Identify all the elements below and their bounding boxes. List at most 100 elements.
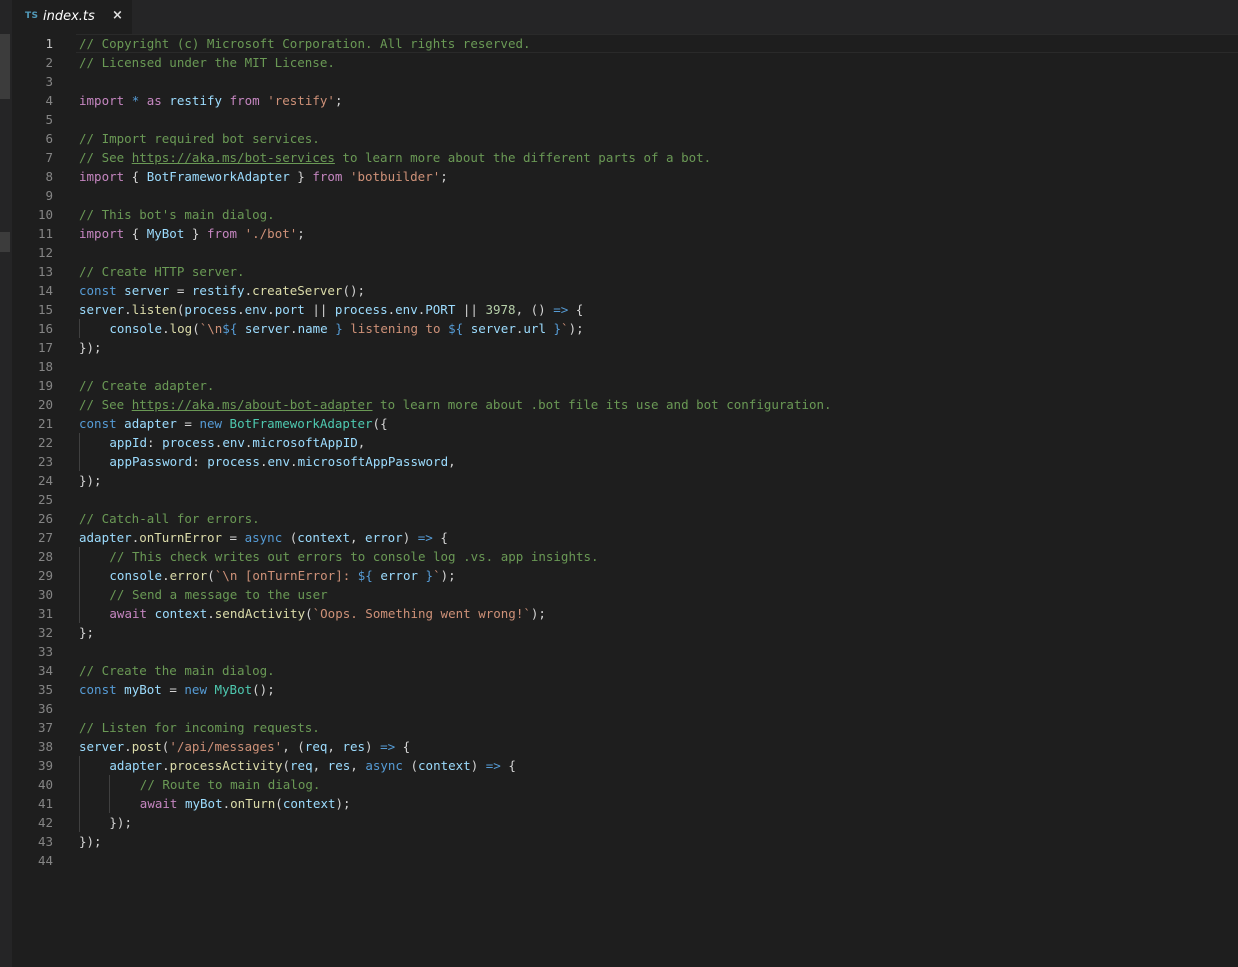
code-line[interactable]: 17}); — [12, 338, 1238, 357]
line-number: 39 — [37, 758, 53, 773]
code-line[interactable]: 14 const server = restify.createServer(); — [12, 281, 1238, 300]
close-icon[interactable]: × — [112, 8, 123, 23]
code-line[interactable]: 11 import { MyBot } from './bot'; — [12, 224, 1238, 243]
code-token: microsoftAppID — [252, 435, 358, 450]
code-line[interactable]: 24}); — [12, 471, 1238, 490]
code-line[interactable]: 16 console.log(`\n${ server.name } listen… — [12, 319, 1238, 338]
code-line[interactable]: 37 // Listen for incoming requests. — [12, 718, 1238, 737]
code-line[interactable]: 28 // This check writes out errors to con… — [12, 547, 1238, 566]
tab-index-ts[interactable]: TS index.ts × — [12, 0, 132, 34]
code-line[interactable]: 3 — [12, 72, 1238, 91]
code-link[interactable]: https://aka.ms/bot-services — [132, 150, 335, 165]
line-number: 27 — [37, 530, 53, 545]
line-number: 37 — [37, 720, 53, 735]
code-line[interactable]: 36 — [12, 699, 1238, 718]
code-text: }); — [79, 338, 102, 357]
code-text: import * as restify from 'restify'; — [79, 91, 342, 110]
code-line[interactable]: 25 — [12, 490, 1238, 509]
code-line[interactable]: 5 — [12, 110, 1238, 129]
code-line[interactable]: 1 // Copyright (c) Microsoft Corporation.… — [12, 34, 1238, 53]
code-link[interactable]: https://aka.ms/about-bot-adapter — [132, 397, 373, 412]
code-token: , — [350, 758, 366, 773]
code-line[interactable]: 30 // Send a message to the user — [12, 585, 1238, 604]
code-token: ) — [365, 739, 381, 754]
code-line[interactable]: 18 — [12, 357, 1238, 376]
code-line[interactable]: 31 await context.sendActivity(`Oops. Some… — [12, 604, 1238, 623]
code-token: ); — [335, 796, 351, 811]
code-line[interactable]: 39 adapter.processActivity(req, res, asyn… — [12, 756, 1238, 775]
code-token: . — [162, 568, 170, 583]
code-line[interactable]: 35 const myBot = new MyBot(); — [12, 680, 1238, 699]
code-token: . — [162, 758, 170, 773]
code-line[interactable]: 12 — [12, 243, 1238, 262]
code-line[interactable]: 2 // Licensed under the MIT License. — [12, 53, 1238, 72]
code-token: const — [79, 283, 117, 298]
code-line[interactable]: 21 const adapter = new BotFrameworkAdapte… — [12, 414, 1238, 433]
code-token: from — [312, 169, 343, 184]
code-token: , ( — [282, 739, 305, 754]
code-line[interactable]: 43}); — [12, 832, 1238, 851]
code-token: ); — [568, 321, 584, 336]
code-line[interactable]: 26 // Catch-all for errors. — [12, 509, 1238, 528]
code-text: // Catch-all for errors. — [79, 509, 260, 528]
code-line[interactable]: 19 // Create adapter. — [12, 376, 1238, 395]
line-number: 5 — [45, 112, 53, 127]
code-line[interactable]: 38 server.post('/api/messages', (req, res… — [12, 737, 1238, 756]
code-token: listening to — [342, 321, 449, 336]
code-token: ; — [440, 169, 448, 184]
code-line[interactable]: 34 // Create the main dialog. — [12, 661, 1238, 680]
code-token: server — [79, 739, 125, 754]
scroll-marker — [0, 34, 10, 99]
code-token: await — [139, 796, 178, 811]
code-line[interactable]: 40 // Route to main dialog. — [12, 775, 1238, 794]
code-token: './bot' — [244, 226, 298, 241]
code-text: console.log(`\n${ server.name } listenin… — [109, 319, 583, 338]
code-line[interactable]: 9 — [12, 186, 1238, 205]
code-line[interactable]: 15 server.listen(process.env.port || proc… — [12, 300, 1238, 319]
line-number: 32 — [37, 625, 53, 640]
code-token: . — [387, 302, 396, 317]
code-line[interactable]: 27 adapter.onTurnError = async (context, … — [12, 528, 1238, 547]
code-text: const server = restify.createServer(); — [79, 281, 365, 300]
code-line[interactable]: 13 // Create HTTP server. — [12, 262, 1238, 281]
code-token: context — [297, 530, 350, 545]
code-text: // Create adapter. — [79, 376, 214, 395]
code-editor[interactable]: 1 // Copyright (c) Microsoft Corporation.… — [12, 34, 1238, 967]
code-token: context — [418, 758, 471, 773]
code-line[interactable]: 8 import { BotFrameworkAdapter } from 'bo… — [12, 167, 1238, 186]
code-line[interactable]: 29 console.error(`\n [onTurnError]: ${ er… — [12, 566, 1238, 585]
code-token: // Create adapter. — [79, 378, 215, 393]
code-token: error — [169, 568, 208, 583]
code-token: restify — [169, 93, 223, 108]
code-line[interactable]: 7 // See https://aka.ms/bot-services to l… — [12, 148, 1238, 167]
tab-filename: index.ts — [43, 9, 95, 24]
code-text: // This bot's main dialog. — [79, 205, 275, 224]
code-line[interactable]: 6 // Import required bot services. — [12, 129, 1238, 148]
code-line[interactable]: 41 await myBot.onTurn(context); — [12, 794, 1238, 813]
typescript-file-icon: TS — [25, 11, 39, 21]
code-line[interactable]: 4 import * as restify from 'restify'; — [12, 91, 1238, 110]
code-line[interactable]: 22 appId: process.env.microsoftAppID, — [12, 433, 1238, 452]
code-line[interactable]: 42}); — [12, 813, 1238, 832]
tab-bar: TS index.ts × — [0, 0, 1238, 34]
code-token: } — [289, 169, 313, 184]
code-line[interactable]: 32}; — [12, 623, 1238, 642]
code-token: console — [109, 321, 163, 336]
code-line[interactable]: 23 appPassword: process.env.microsoftAppP… — [12, 452, 1238, 471]
code-token: = — [222, 530, 245, 545]
code-line[interactable]: 44 — [12, 851, 1238, 870]
code-text: await myBot.onTurn(context); — [140, 794, 351, 813]
code-line[interactable]: 33 — [12, 642, 1238, 661]
code-line[interactable]: 20 // See https://aka.ms/about-bot-adapte… — [12, 395, 1238, 414]
code-token: : — [147, 435, 163, 450]
code-line[interactable]: 10 // This bot's main dialog. — [12, 205, 1238, 224]
code-token: // Create HTTP server. — [79, 264, 245, 279]
code-token: myBot — [124, 682, 162, 697]
code-token: ; — [334, 93, 343, 108]
code-token: => — [380, 739, 396, 754]
indent-guide — [79, 433, 80, 452]
code-token: const — [79, 416, 117, 431]
